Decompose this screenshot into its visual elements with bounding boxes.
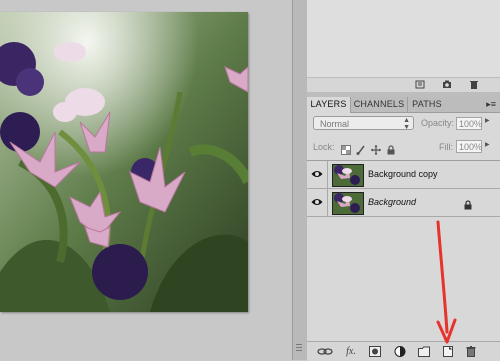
canvas-area — [0, 0, 292, 360]
camera-icon[interactable] — [442, 80, 452, 89]
opacity-field[interactable]: 100% — [456, 117, 482, 130]
lock-label: Lock: — [313, 142, 335, 152]
paragraph-list-icon[interactable] — [415, 80, 425, 89]
layers-bottom-toolbar: fx. — [307, 341, 500, 361]
layer-lock-icon — [464, 197, 472, 215]
new-layer-icon[interactable] — [442, 346, 454, 357]
add-mask-icon[interactable] — [369, 346, 381, 357]
resize-grip-icon[interactable] — [296, 344, 302, 354]
blend-mode-select[interactable]: Normal ▲ ▼ — [313, 116, 414, 131]
layer-thumbnail — [332, 192, 364, 215]
layer-name[interactable]: Background — [368, 189, 416, 216]
flower-photo — [0, 12, 248, 312]
eye-icon — [311, 171, 323, 177]
upper-panel — [307, 0, 500, 92]
layer-row-background[interactable]: Background — [307, 189, 500, 217]
opacity-dropdown-icon[interactable]: ▶ — [485, 118, 490, 124]
layers-panel: LAYERS CHANNELS PATHS ▸≡ Normal ▲ ▼ Opaci… — [307, 97, 500, 361]
layer-row-background-copy[interactable]: Background copy — [307, 161, 500, 189]
delete-layer-icon[interactable] — [465, 346, 477, 357]
visibility-toggle[interactable] — [307, 189, 328, 216]
panel-menu-icon[interactable]: ▸≡ — [486, 100, 496, 109]
eye-icon — [311, 199, 323, 205]
fill-field[interactable]: 100% — [456, 140, 482, 153]
lock-row: Lock: Fill: 100% ▶ — [307, 138, 500, 156]
trash-icon[interactable] — [469, 80, 479, 89]
layer-thumbnail — [332, 164, 364, 187]
select-arrows-icon: ▲ ▼ — [403, 117, 410, 131]
layer-name[interactable]: Background copy — [368, 161, 438, 188]
adjustment-layer-icon[interactable] — [394, 346, 406, 357]
lock-paint-icon[interactable] — [356, 142, 366, 155]
panel-tabs: LAYERS CHANNELS PATHS ▸≡ — [307, 97, 500, 113]
tab-layers[interactable]: LAYERS — [307, 97, 351, 113]
opacity-label: Opacity: — [421, 118, 455, 128]
new-group-icon[interactable] — [418, 346, 430, 357]
fx-icon[interactable]: fx. — [345, 346, 357, 357]
lock-position-icon[interactable] — [371, 142, 381, 155]
lock-all-icon[interactable] — [386, 142, 396, 155]
panel-splitter[interactable] — [292, 0, 308, 360]
fill-dropdown-icon[interactable]: ▶ — [485, 142, 490, 148]
layers-list: Background copy Background — [307, 160, 500, 341]
upper-panel-toolbar — [307, 77, 500, 92]
link-layers-icon[interactable] — [317, 346, 333, 357]
lock-transparency-icon[interactable] — [341, 142, 351, 155]
visibility-toggle[interactable] — [307, 161, 328, 188]
blend-mode-value: Normal — [320, 119, 350, 129]
document-image[interactable] — [0, 12, 248, 312]
tab-channels[interactable]: CHANNELS — [351, 97, 408, 112]
tab-paths[interactable]: PATHS — [408, 97, 446, 112]
fill-label: Fill: — [439, 142, 453, 152]
